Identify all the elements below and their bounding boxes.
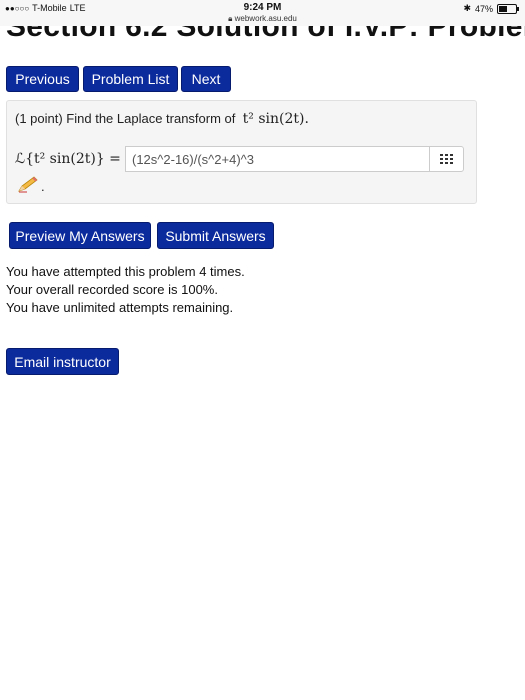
grid-icon: [439, 154, 453, 164]
bluetooth-icon: ✱: [463, 3, 471, 13]
answer-input[interactable]: (12s^2-16)/(s^2+4)^3: [125, 146, 430, 172]
url-text: webwork.asu.edu: [234, 14, 297, 23]
preview-answers-button[interactable]: Preview My Answers: [9, 222, 151, 249]
clock: 9:24 PM: [243, 2, 282, 13]
problem-panel: (1 point) Find the Laplace transform of …: [6, 100, 477, 204]
next-button[interactable]: Next: [181, 66, 231, 92]
submit-answers-button[interactable]: Submit Answers: [157, 222, 274, 249]
remaining-message: You have unlimited attempts remaining.: [6, 300, 234, 315]
equation-editor-button[interactable]: [429, 146, 464, 172]
pencil-icon[interactable]: [17, 175, 39, 198]
problem-expression: t² sin(2t).: [242, 111, 309, 127]
attempts-message: You have attempted this problem 4 times.: [6, 264, 245, 279]
problem-list-button[interactable]: Problem List: [83, 66, 178, 92]
laplace-lhs: ℒ{t² sin(2t)} =: [15, 151, 121, 167]
separator-dot: .: [41, 179, 45, 194]
battery-percent: 47%: [474, 3, 493, 14]
problem-statement: (1 point) Find the Laplace transform of …: [15, 111, 309, 127]
email-instructor-button[interactable]: Email instructor: [6, 348, 119, 375]
status-bar: ●●○○○ T-Mobile LTE 9:24 PM 🔒︎ webwork.as…: [0, 0, 525, 26]
score-message: Your overall recorded score is 100%.: [6, 282, 218, 297]
battery-icon: [497, 3, 519, 14]
address-bar[interactable]: 🔒︎ webwork.asu.edu: [0, 14, 525, 24]
lock-icon: 🔒︎: [228, 14, 233, 23]
previous-button[interactable]: Previous: [6, 66, 79, 92]
battery-fill: [499, 5, 507, 12]
problem-text: (1 point) Find the Laplace transform of: [15, 111, 236, 126]
